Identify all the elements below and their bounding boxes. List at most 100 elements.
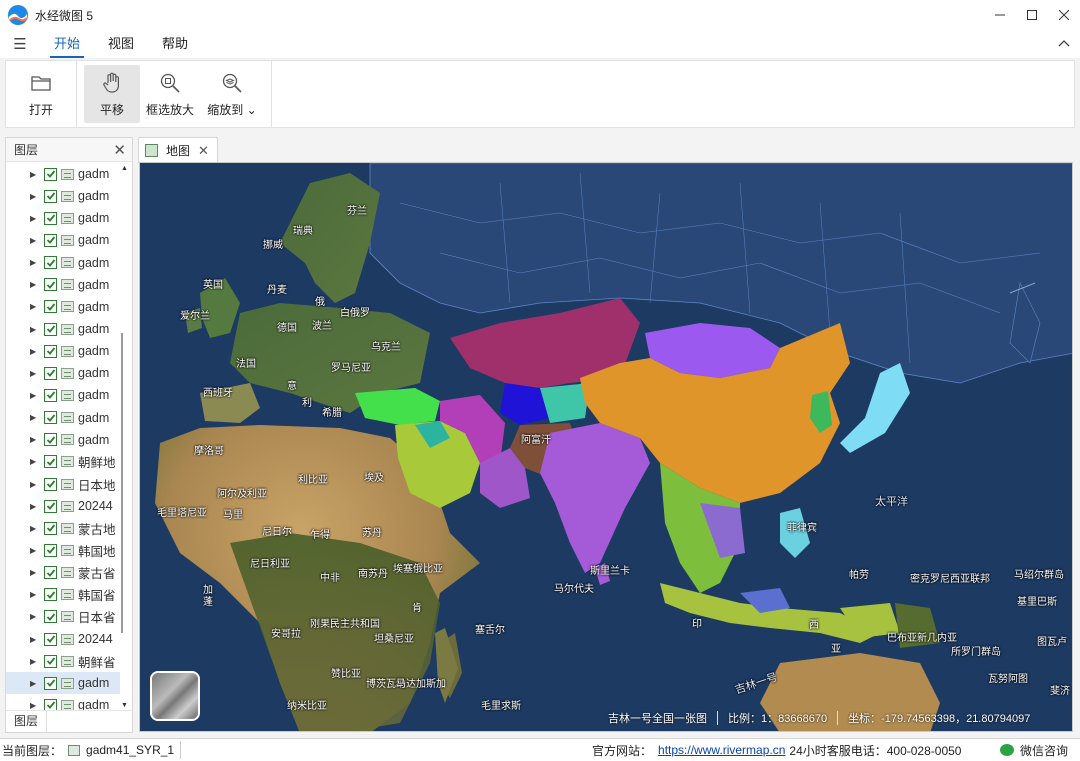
expand-arrow-icon[interactable]: ▶ [30,435,40,444]
expand-arrow-icon[interactable]: ▶ [30,480,40,489]
layer-visibility-checkbox[interactable] [44,676,57,690]
collapse-ribbon-icon[interactable] [1058,34,1070,50]
layer-row[interactable]: ▶ 朝鲜地 [6,451,120,473]
layer-visibility-checkbox[interactable] [44,632,57,646]
layer-visibility-checkbox[interactable] [44,167,57,181]
layer-row[interactable]: ▶ gadm [6,163,120,185]
layer-visibility-checkbox[interactable] [44,477,57,491]
hamburger-menu-icon[interactable]: ☰ [0,35,40,53]
layer-visibility-checkbox[interactable] [44,499,57,513]
expand-arrow-icon[interactable]: ▶ [30,502,40,511]
layer-visibility-checkbox[interactable] [44,654,57,668]
layer-row[interactable]: ▶ 韩国省 [6,584,120,606]
layer-row[interactable]: ▶ 朝鲜省 [6,650,120,672]
expand-arrow-icon[interactable]: ▶ [30,568,40,577]
layer-visibility-checkbox[interactable] [44,278,57,292]
layer-visibility-checkbox[interactable] [44,322,57,336]
tab-start[interactable]: 开始 [40,30,94,58]
layer-list-scrollbar[interactable]: ▲ ▼ [119,163,130,711]
tab-map[interactable]: 地图 ✕ [138,137,218,163]
expand-arrow-icon[interactable]: ▶ [30,679,40,688]
layer-row[interactable]: ▶ 蒙古省 [6,562,120,584]
maximize-icon[interactable] [1016,0,1048,30]
layer-visibility-checkbox[interactable] [44,300,57,314]
expand-arrow-icon[interactable]: ▶ [30,391,40,400]
expand-arrow-icon[interactable]: ▶ [30,457,40,466]
layer-visibility-checkbox[interactable] [44,411,57,425]
layer-row[interactable]: ▶ 韩国地 [6,539,120,561]
layer-visibility-checkbox[interactable] [44,588,57,602]
layer-visibility-checkbox[interactable] [44,433,57,447]
scroll-up-icon[interactable]: ▲ [119,163,130,174]
layer-visibility-checkbox[interactable] [44,566,57,580]
layer-visibility-checkbox[interactable] [44,366,57,380]
layer-row[interactable]: ▶ gadm [6,384,120,406]
expand-arrow-icon[interactable]: ▶ [30,325,40,334]
layer-visibility-checkbox[interactable] [44,388,57,402]
expand-arrow-icon[interactable]: ▶ [30,280,40,289]
expand-arrow-icon[interactable]: ▶ [30,524,40,533]
layer-row[interactable]: ▶ 日本地 [6,473,120,495]
layer-row[interactable]: ▶ gadm [6,185,120,207]
expand-arrow-icon[interactable]: ▶ [30,214,40,223]
layer-row[interactable]: ▶ gadm [6,429,120,451]
website-label: 官方网站： [592,743,653,758]
layer-row[interactable]: ▶ gadm [6,407,120,429]
pan-button[interactable]: 平移 [84,65,140,123]
expand-arrow-icon[interactable]: ▶ [30,170,40,179]
scrollbar-thumb[interactable] [121,333,128,633]
expand-arrow-icon[interactable]: ▶ [30,590,40,599]
zoom-to-button[interactable]: 缩放到 ⌄ [200,65,264,123]
website-link[interactable]: https://www.rivermap.cn [658,743,785,757]
layer-row[interactable]: ▶ 日本省 [6,606,120,628]
layer-panel-tab[interactable]: 图层 [6,711,48,732]
wechat-consult-button[interactable]: 微信咨询 [999,739,1068,761]
expand-arrow-icon[interactable]: ▶ [30,192,40,201]
expand-arrow-icon[interactable]: ▶ [30,413,40,422]
layer-row[interactable]: ▶ gadm [6,229,120,251]
basemap-switcher[interactable] [150,671,200,721]
close-icon[interactable]: ✕ [198,143,209,159]
layer-row[interactable]: ▶ gadm [6,340,120,362]
tab-view[interactable]: 视图 [94,30,148,58]
layer-visibility-checkbox[interactable] [44,455,57,469]
layer-visibility-checkbox[interactable] [44,344,57,358]
layer-visibility-checkbox[interactable] [44,543,57,557]
minimize-icon[interactable] [984,0,1016,30]
layer-row[interactable]: ▶ gadm [6,207,120,229]
layer-row[interactable]: ▶ 20244 [6,495,120,517]
layer-name: 日本省 [78,611,116,626]
expand-arrow-icon[interactable]: ▶ [30,612,40,621]
layer-row[interactable]: ▶ gadm [6,252,120,274]
expand-arrow-icon[interactable]: ▶ [30,369,40,378]
layer-visibility-checkbox[interactable] [44,610,57,624]
tab-help[interactable]: 帮助 [148,30,202,58]
close-icon[interactable]: ✕ [113,141,126,159]
expand-arrow-icon[interactable]: ▶ [30,701,40,710]
expand-arrow-icon[interactable]: ▶ [30,635,40,644]
expand-arrow-icon[interactable]: ▶ [30,546,40,555]
expand-arrow-icon[interactable]: ▶ [30,657,40,666]
box-zoom-button[interactable]: 框选放大 [142,65,198,123]
close-icon[interactable] [1048,0,1080,30]
layer-row[interactable]: ▶ gadm [6,318,120,340]
expand-arrow-icon[interactable]: ▶ [30,236,40,245]
layer-visibility-checkbox[interactable] [44,189,57,203]
layer-row[interactable]: ▶ 20244 [6,628,120,650]
map-label: 英国 [203,280,223,291]
open-button[interactable]: 打开 [13,65,69,123]
layer-row[interactable]: ▶ gadm [6,672,120,695]
layer-row[interactable]: ▶ gadm [6,694,120,711]
layer-row[interactable]: ▶ gadm [6,362,120,384]
layer-visibility-checkbox[interactable] [44,233,57,247]
layer-row[interactable]: ▶ gadm [6,274,120,296]
expand-arrow-icon[interactable]: ▶ [30,258,40,267]
expand-arrow-icon[interactable]: ▶ [30,302,40,311]
layer-visibility-checkbox[interactable] [44,256,57,270]
map-view[interactable]: 芬兰 瑞典 挪威 英国 丹麦 俄 爱尔兰 白俄罗 德国 波兰 乌克兰 法国 罗马… [139,162,1073,732]
expand-arrow-icon[interactable]: ▶ [30,347,40,356]
layer-row[interactable]: ▶ 蒙古地 [6,517,120,539]
layer-visibility-checkbox[interactable] [44,211,57,225]
layer-visibility-checkbox[interactable] [44,521,57,535]
layer-row[interactable]: ▶ gadm [6,296,120,318]
